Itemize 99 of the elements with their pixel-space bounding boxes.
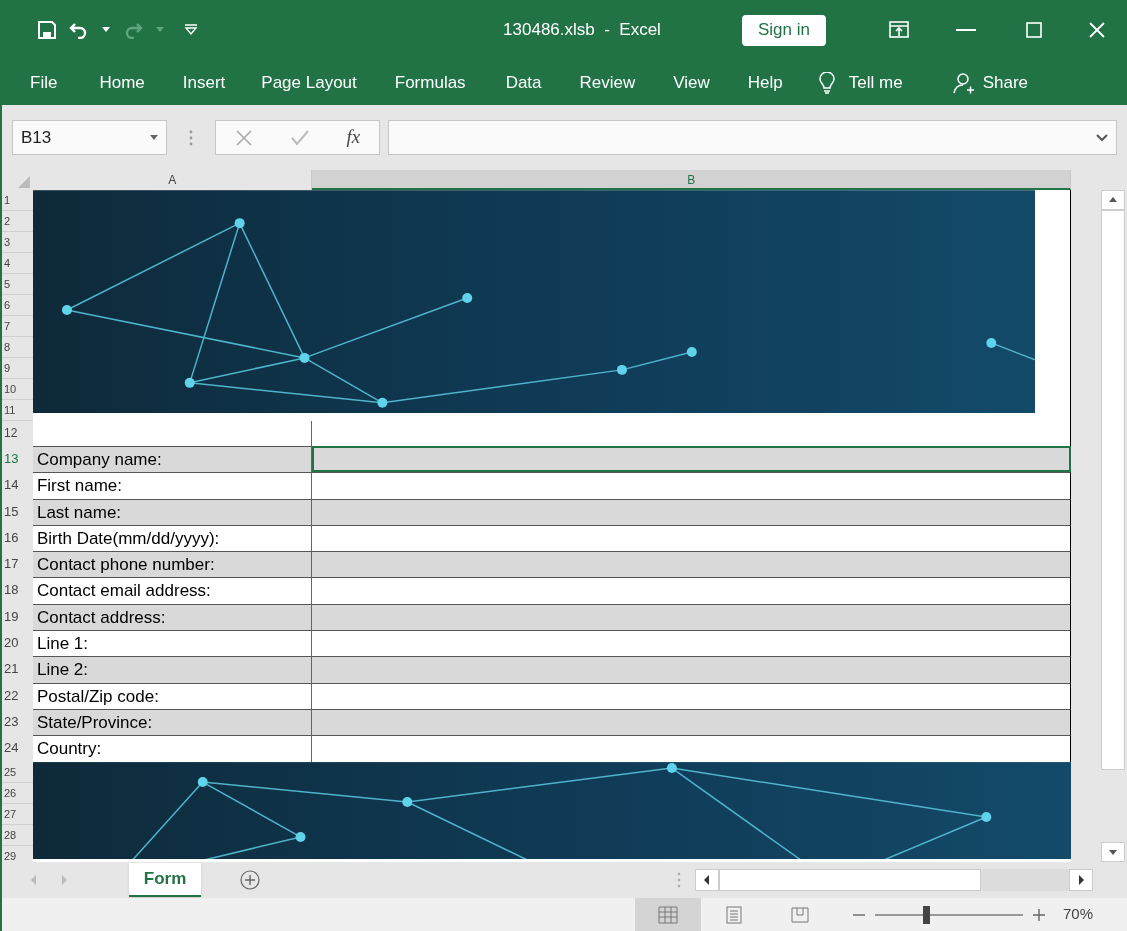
field-label: Contact email address: bbox=[32, 577, 313, 604]
row-header[interactable]: 8 bbox=[2, 337, 33, 358]
ribbon-tab[interactable]: Data bbox=[505, 69, 542, 96]
tell-me-button[interactable]: Tell me bbox=[848, 69, 903, 96]
caret-icon[interactable] bbox=[102, 27, 110, 33]
ribbon-tab[interactable]: File bbox=[30, 69, 58, 96]
column-header[interactable]: B bbox=[312, 170, 1072, 190]
row-header[interactable]: 20 bbox=[2, 630, 33, 657]
ribbon-tab[interactable]: Help bbox=[747, 69, 783, 96]
ribbon-tab[interactable]: View bbox=[673, 69, 710, 96]
lightbulb-icon[interactable] bbox=[818, 71, 835, 94]
ribbon-tab[interactable]: Page Layout bbox=[261, 69, 357, 96]
scroll-down-icon[interactable] bbox=[1101, 842, 1125, 862]
row-header[interactable]: 18 bbox=[2, 577, 33, 604]
row-header[interactable]: 9 bbox=[2, 358, 33, 379]
row-header[interactable]: 3 bbox=[2, 232, 33, 253]
ribbon-tab[interactable]: Home bbox=[99, 69, 145, 96]
field-label: Country: bbox=[32, 735, 313, 762]
row-header[interactable]: 21 bbox=[2, 656, 33, 683]
row-header[interactable]: 16 bbox=[2, 524, 33, 552]
field-label: First name: bbox=[32, 472, 313, 499]
row-header[interactable]: 19 bbox=[2, 603, 33, 631]
row-header[interactable]: 14 bbox=[2, 472, 33, 499]
zoom-in-icon[interactable] bbox=[1032, 908, 1045, 921]
ribbon-tab[interactable]: Insert bbox=[182, 69, 226, 96]
grid-view-icon bbox=[657, 905, 678, 924]
input-cell[interactable] bbox=[312, 472, 1072, 499]
expand-icon[interactable] bbox=[1096, 133, 1108, 142]
input-cell[interactable] bbox=[312, 551, 1072, 578]
row-header[interactable]: 7 bbox=[2, 316, 33, 337]
input-cell[interactable] bbox=[312, 603, 1072, 631]
row-header[interactable]: 1 bbox=[2, 190, 33, 211]
zoom-slider-track[interactable] bbox=[872, 905, 1025, 924]
row-header[interactable]: 27 bbox=[2, 803, 33, 825]
ribbon-display-icon[interactable] bbox=[889, 21, 909, 39]
row-header[interactable]: 6 bbox=[2, 295, 33, 316]
input-cell[interactable] bbox=[312, 656, 1072, 683]
sheet-tab[interactable]: Form bbox=[129, 863, 201, 897]
field-label: Birth Date(mm/dd/yyyy): bbox=[32, 524, 313, 552]
input-cell[interactable] bbox=[312, 630, 1072, 657]
name-box[interactable]: B13 bbox=[12, 120, 167, 155]
zoom-out-icon[interactable] bbox=[852, 912, 865, 917]
row-header[interactable]: 4 bbox=[2, 253, 33, 274]
input-cell[interactable] bbox=[312, 682, 1072, 709]
field-label: Postal/Zip code: bbox=[32, 682, 313, 709]
grip-icon bbox=[189, 129, 193, 146]
cell-reference: B13 bbox=[21, 126, 52, 149]
row-header[interactable]: 2 bbox=[2, 211, 33, 232]
row-header[interactable]: 22 bbox=[2, 682, 33, 709]
scrollbar-thumb[interactable] bbox=[719, 869, 981, 891]
input-cell[interactable] bbox=[312, 708, 1072, 736]
ribbon-tab[interactable]: Formulas bbox=[394, 69, 466, 96]
row-header[interactable]: 23 bbox=[2, 708, 33, 736]
row-header[interactable]: 13 bbox=[2, 446, 33, 473]
scroll-left-icon[interactable] bbox=[695, 869, 719, 891]
close-icon[interactable] bbox=[1089, 22, 1105, 38]
field-label: Contact address: bbox=[32, 603, 313, 631]
save-icon[interactable] bbox=[38, 21, 56, 39]
window-title: 130486.xlsb - Excel bbox=[502, 19, 662, 42]
share-button[interactable]: Share bbox=[952, 69, 1029, 96]
page-break-icon bbox=[790, 906, 809, 923]
minimize-icon[interactable] bbox=[956, 28, 976, 32]
sign-in-button[interactable]: Sign in bbox=[742, 14, 826, 46]
formula-input[interactable] bbox=[388, 120, 1117, 155]
scrollbar-thumb[interactable] bbox=[1101, 210, 1125, 770]
zoom-slider-thumb[interactable] bbox=[922, 905, 930, 924]
insert-function-button[interactable]: fx bbox=[346, 123, 361, 152]
field-label: Contact phone number: bbox=[32, 551, 313, 578]
input-cell[interactable] bbox=[312, 577, 1072, 604]
field-label: Line 2: bbox=[32, 656, 313, 683]
input-cell[interactable] bbox=[312, 735, 1072, 762]
scroll-up-icon[interactable] bbox=[1101, 190, 1125, 210]
person-add-icon bbox=[952, 71, 975, 94]
zoom-level[interactable]: 70% bbox=[1062, 903, 1093, 926]
row-header[interactable]: 28 bbox=[2, 824, 33, 846]
row-header[interactable]: 17 bbox=[2, 551, 33, 578]
input-cell[interactable] bbox=[312, 498, 1072, 525]
input-cell[interactable] bbox=[312, 446, 1072, 473]
maximize-icon[interactable] bbox=[1026, 22, 1042, 38]
row-header[interactable]: 24 bbox=[2, 735, 33, 762]
field-label: State/Province: bbox=[32, 708, 313, 736]
field-label: Line 1: bbox=[32, 630, 313, 657]
input-cell[interactable] bbox=[312, 524, 1072, 552]
row-header[interactable]: 12 bbox=[2, 421, 33, 446]
grip-icon bbox=[677, 872, 681, 888]
add-sheet-icon[interactable] bbox=[239, 869, 261, 891]
row-header[interactable]: 25 bbox=[2, 761, 33, 783]
field-label: Company name: bbox=[32, 446, 313, 473]
row-header[interactable]: 5 bbox=[2, 274, 33, 295]
row-header[interactable]: 10 bbox=[2, 379, 33, 400]
scroll-right-icon[interactable] bbox=[1069, 869, 1093, 891]
ribbon-tab[interactable]: Review bbox=[579, 69, 636, 96]
field-label: Last name: bbox=[32, 498, 313, 525]
caret-icon[interactable] bbox=[150, 135, 158, 140]
row-header[interactable]: 15 bbox=[2, 498, 33, 525]
checkmark-icon[interactable] bbox=[290, 129, 309, 146]
customize-toolbar-icon[interactable] bbox=[184, 24, 198, 36]
row-header[interactable]: 26 bbox=[2, 782, 33, 804]
page-layout-icon bbox=[725, 905, 742, 924]
